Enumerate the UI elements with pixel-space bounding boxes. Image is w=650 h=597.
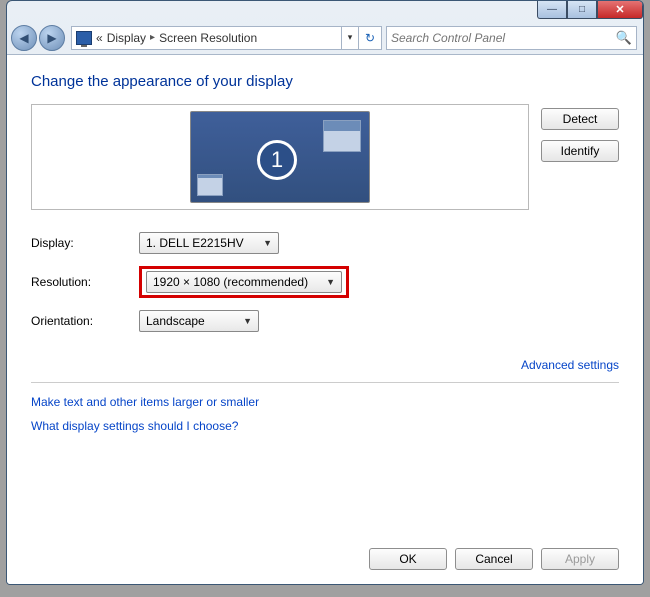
refresh-icon: ↻ [365,31,375,45]
nav-buttons: ◀ ▶ [11,25,65,51]
preview-window-thumb [323,120,361,152]
resolution-row: Resolution: 1920 × 1080 (recommended) ▼ [31,266,619,298]
orientation-label: Orientation: [31,314,139,328]
breadcrumb-dropdown[interactable]: ▾ [341,26,359,50]
ok-button[interactable]: OK [369,548,447,570]
monitor-number-badge: 1 [257,140,297,180]
close-icon: ✕ [615,3,624,16]
search-icon: 🔍 [616,30,632,46]
breadcrumb-display[interactable]: Display [107,31,146,45]
text-size-link[interactable]: Make text and other items larger or smal… [31,395,619,409]
chevron-down-icon: ▼ [255,238,272,248]
resolution-label: Resolution: [31,275,139,289]
orientation-row: Orientation: Landscape ▼ [31,310,619,332]
back-icon: ◀ [19,31,28,45]
minimize-button[interactable]: — [537,1,567,19]
chevron-down-icon: ▼ [235,316,252,326]
content-area: Change the appearance of your display 1 … [7,55,643,584]
identify-button[interactable]: Identify [541,140,619,162]
preview-side-buttons: Detect Identify [541,104,619,162]
explorer-navbar: ◀ ▶ « Display ▸ Screen Resolution ▾ ↻ 🔍 [7,21,643,55]
display-preview-row: 1 Detect Identify [31,104,619,210]
close-button[interactable]: ✕ [597,1,643,19]
display-preview-box: 1 [31,104,529,210]
divider [31,382,619,383]
breadcrumb[interactable]: « Display ▸ Screen Resolution [71,26,341,50]
dialog-footer: OK Cancel Apply [369,548,619,570]
maximize-button[interactable]: □ [567,1,597,19]
breadcrumb-separator: ▸ [150,32,155,43]
display-row: Display: 1. DELL E2215HV ▼ [31,232,619,254]
breadcrumb-screen-resolution[interactable]: Screen Resolution [159,31,257,45]
minimize-icon: — [547,4,557,15]
maximize-icon: □ [579,4,585,15]
chevron-down-icon: ▼ [318,277,335,287]
search-input[interactable] [391,31,616,45]
page-title: Change the appearance of your display [31,73,619,90]
monitor-number: 1 [271,147,283,173]
back-button[interactable]: ◀ [11,25,37,51]
display-value: 1. DELL E2215HV [146,236,244,250]
display-dropdown[interactable]: 1. DELL E2215HV ▼ [139,232,279,254]
breadcrumb-prefix: « [96,31,103,45]
advanced-settings-link[interactable]: Advanced settings [521,358,619,372]
preview-taskbar-thumb [197,174,223,196]
detect-button[interactable]: Detect [541,108,619,130]
settings-form: Display: 1. DELL E2215HV ▼ Resolution: 1… [31,232,619,332]
monitor-preview[interactable]: 1 [190,111,370,203]
resolution-dropdown[interactable]: 1920 × 1080 (recommended) ▼ [146,271,342,293]
resolution-highlight: 1920 × 1080 (recommended) ▼ [139,266,349,298]
resolution-value: 1920 × 1080 (recommended) [153,275,308,289]
control-panel-window: — □ ✕ ◀ ▶ « Display ▸ Screen Resolution … [6,0,644,585]
help-links: Make text and other items larger or smal… [31,395,619,433]
refresh-button[interactable]: ↻ [358,26,382,50]
advanced-settings-row: Advanced settings [31,358,619,372]
apply-button[interactable]: Apply [541,548,619,570]
search-box[interactable]: 🔍 [386,26,637,50]
display-help-link[interactable]: What display settings should I choose? [31,419,619,433]
cancel-button[interactable]: Cancel [455,548,533,570]
display-label: Display: [31,236,139,250]
forward-icon: ▶ [47,31,56,45]
window-titlebar: — □ ✕ [7,1,643,21]
chevron-down-icon: ▾ [348,32,353,43]
forward-button[interactable]: ▶ [39,25,65,51]
orientation-value: Landscape [146,314,205,328]
orientation-dropdown[interactable]: Landscape ▼ [139,310,259,332]
display-icon [76,31,92,45]
